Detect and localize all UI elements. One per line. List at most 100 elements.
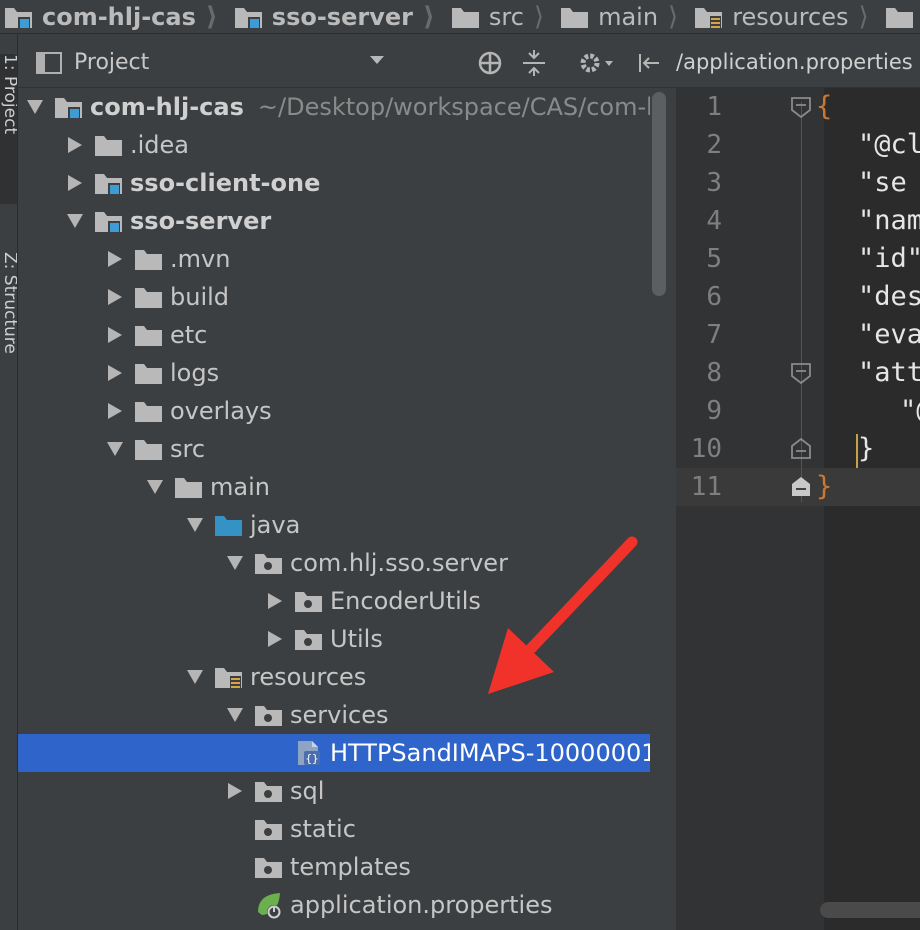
code-line[interactable]: }: [816, 468, 832, 506]
line-number: 9: [706, 396, 722, 426]
tree-row[interactable]: main: [18, 468, 650, 506]
expanded-arrow-icon[interactable]: [186, 516, 204, 534]
collapsed-arrow-icon[interactable]: [106, 402, 124, 420]
folder-icon: [560, 4, 590, 30]
folder-icon: [134, 284, 166, 310]
collapsed-arrow-icon[interactable]: [66, 136, 84, 154]
triangle-down-icon: [147, 480, 163, 494]
project-view-title[interactable]: Project: [74, 50, 149, 75]
hide-panel-icon[interactable]: [634, 50, 662, 76]
line-number: 10: [690, 434, 722, 464]
code-line[interactable]: "des: [858, 278, 920, 316]
fold-marker-icon[interactable]: [790, 476, 812, 498]
tree-item-label: services: [290, 701, 389, 729]
code-line[interactable]: {: [816, 88, 832, 126]
code-line[interactable]: "se: [858, 164, 907, 202]
tree-row[interactable]: overlays: [18, 392, 650, 430]
expanded-arrow-icon[interactable]: [226, 706, 244, 724]
structure-tool-tab[interactable]: Z: Structure: [0, 252, 17, 422]
collapse-all-icon[interactable]: [520, 50, 548, 76]
fold-marker-icon[interactable]: [790, 96, 812, 118]
breadcrumb-separator-icon: ⟩: [422, 1, 435, 32]
folder-icon: [134, 360, 166, 386]
tree-row[interactable]: templates: [18, 848, 650, 886]
expanded-arrow-icon[interactable]: [66, 212, 84, 230]
collapsed-arrow-icon[interactable]: [106, 250, 124, 268]
breadcrumb-separator-icon: ⟩: [858, 1, 869, 32]
triangle-down-icon: [227, 708, 243, 722]
tree-item-label: main: [210, 473, 270, 501]
collapsed-arrow-icon[interactable]: [106, 326, 124, 344]
gear-icon[interactable]: [576, 50, 616, 76]
tree-row[interactable]: sql: [18, 772, 650, 810]
tree-row[interactable]: com-hlj-cas ~/Desktop/workspace/CAS/com-h…: [18, 88, 650, 126]
tree-row[interactable]: sso-client-one: [18, 164, 650, 202]
chevron-down-icon[interactable]: [370, 56, 384, 64]
collapsed-arrow-icon[interactable]: [66, 174, 84, 192]
tree-item-label: java: [250, 511, 301, 539]
code-line[interactable]: }: [858, 430, 874, 468]
line-number: 5: [706, 244, 722, 274]
breadcrumb-item[interactable]: com-hlj-cas ⟩: [0, 0, 226, 33]
folder-icon: [451, 4, 481, 30]
module-folder-icon: [4, 4, 34, 30]
expanded-arrow-icon[interactable]: [226, 554, 244, 572]
tree-row[interactable]: application.properties: [18, 886, 650, 924]
breadcrumb-item[interactable]: src ⟩: [443, 0, 552, 33]
tree-row[interactable]: logs: [18, 354, 650, 392]
fold-marker-icon[interactable]: [790, 438, 812, 460]
code-line[interactable]: "id": [858, 240, 920, 278]
triangle-right-icon: [108, 403, 122, 419]
folder-icon: [885, 4, 915, 30]
editor-pane[interactable]: /application.properties 1 {2 "@cl 3 "se 4 "nam…: [676, 38, 920, 930]
expanded-arrow-icon[interactable]: [106, 440, 124, 458]
tree-scrollbar-thumb[interactable]: [652, 92, 666, 296]
tree-item-label: static: [290, 815, 356, 843]
breadcrumb-item[interactable]: main ⟩: [552, 0, 686, 33]
line-number: 4: [706, 206, 722, 236]
code-line[interactable]: "att: [858, 354, 920, 392]
breadcrumb-item[interactable]: sso-server ⟩: [226, 0, 443, 33]
project-tool-tab[interactable]: 1: Project: [0, 54, 17, 204]
folder-icon: [134, 436, 166, 462]
triangle-down-icon: [187, 518, 203, 532]
collapsed-arrow-icon[interactable]: [226, 782, 244, 800]
triangle-right-icon: [108, 289, 122, 305]
breadcrumb-item[interactable]: services: [877, 0, 920, 33]
code-line[interactable]: "nam: [858, 202, 920, 240]
tree-row[interactable]: static: [18, 810, 650, 848]
code-line[interactable]: "@: [900, 392, 920, 430]
tree-item-label: .idea: [130, 131, 190, 159]
code-line[interactable]: "eva: [858, 316, 920, 354]
collapsed-arrow-icon[interactable]: [266, 630, 284, 648]
triangle-right-icon: [108, 251, 122, 267]
collapsed-arrow-icon[interactable]: [266, 592, 284, 610]
tree-row[interactable]: sso-server: [18, 202, 650, 240]
tree-row[interactable]: etc: [18, 316, 650, 354]
package-icon: [254, 816, 286, 842]
tree-row[interactable]: src: [18, 430, 650, 468]
spring-properties-icon: [254, 892, 286, 919]
tree-item-label: EncoderUtils: [330, 587, 481, 615]
editor-horizontal-scrollbar[interactable]: [820, 902, 920, 918]
expanded-arrow-icon[interactable]: [26, 98, 44, 116]
expanded-arrow-icon[interactable]: [186, 668, 204, 686]
collapsed-arrow-icon[interactable]: [106, 288, 124, 306]
editor-tab-bar: /application.properties: [676, 38, 920, 88]
tree-item-label: application.properties: [290, 891, 553, 919]
tree-row[interactable]: .mvn: [18, 240, 650, 278]
expanded-arrow-icon[interactable]: [146, 478, 164, 496]
tree-row[interactable]: build: [18, 278, 650, 316]
tree-row[interactable]: {} HTTPSandIMAPS-10000001.json: [18, 734, 650, 772]
project-tree[interactable]: com-hlj-cas ~/Desktop/workspace/CAS/com-h…: [18, 88, 650, 930]
breadcrumb-item[interactable]: resources ⟩: [686, 0, 876, 33]
tree-row[interactable]: .idea: [18, 126, 650, 164]
code-line[interactable]: "@cl: [858, 126, 920, 164]
fold-marker-icon[interactable]: [790, 362, 812, 384]
editor-tab-application-properties[interactable]: /application.properties: [676, 50, 913, 74]
collapsed-arrow-icon[interactable]: [106, 364, 124, 382]
tree-item-label: overlays: [170, 397, 272, 425]
locate-icon[interactable]: [476, 50, 504, 76]
